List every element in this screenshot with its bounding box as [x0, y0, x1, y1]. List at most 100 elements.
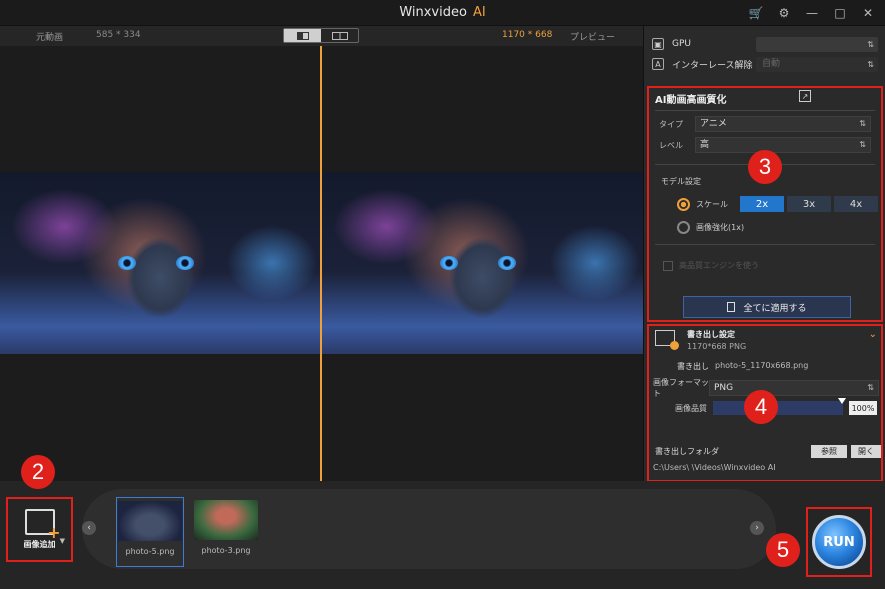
gpu-row: ▣ GPU ⇅ [652, 36, 878, 52]
split-view-icon [296, 31, 309, 40]
scale-4x-button[interactable]: 4x [834, 196, 878, 212]
updown-icon: ⇅ [859, 119, 866, 128]
output-resolution: 1170 * 668 [502, 30, 553, 40]
thumbnail-item[interactable]: photo-5.png [116, 497, 184, 567]
add-image-button[interactable]: + 画像追加 ▼ [6, 497, 73, 562]
ai-upscale-section: AI動画高画質化 ↗ タイプ アニメ ⇅ レベル 高 ⇅ モデル設定 スケール … [647, 86, 883, 322]
level-select[interactable]: 高 ⇅ [695, 137, 871, 153]
cat-eye-right [498, 256, 516, 270]
divider [655, 244, 875, 245]
scale-radio[interactable] [677, 197, 690, 211]
quality-label: 画像品質 [675, 403, 707, 413]
model-settings-label: モデル設定 [661, 177, 701, 186]
output-label: 書き出し [677, 362, 709, 371]
apply-all-label: 全てに適用する [743, 303, 807, 314]
view-mode-toggle[interactable] [283, 28, 359, 43]
browse-button[interactable]: 参照 [811, 445, 847, 458]
bottom-bar: + 画像追加 ▼ ‹ photo-5.png photo-3.png › RUN [0, 481, 885, 589]
folder-path: C:\Users\ \Videos\Winxvideo AI [653, 463, 776, 472]
quality-value[interactable]: 100% [849, 401, 877, 415]
type-select[interactable]: アニメ ⇅ [695, 116, 871, 132]
scroll-left-icon[interactable]: ‹ [82, 521, 96, 535]
updown-icon: ⇅ [859, 140, 866, 149]
apply-all-button[interactable]: 全てに適用する [683, 296, 851, 318]
level-value: 高 [700, 140, 710, 150]
level-label: レベル [659, 140, 683, 150]
thumbnail-image [118, 501, 182, 541]
preview-area: 元動画 585 * 334 1170 * 668 プレビュー [0, 26, 643, 481]
chevron-down-icon[interactable]: ⌄ [869, 329, 877, 340]
format-select[interactable]: PNG ⇅ [709, 380, 879, 396]
cat-eye-right [176, 256, 194, 270]
enhance-label: 画像強化(1x) [696, 222, 745, 232]
scroll-right-icon[interactable]: › [750, 521, 764, 535]
format-value: PNG [714, 383, 734, 393]
original-label: 元動画 [36, 33, 64, 43]
gpu-icon: ▣ [652, 38, 664, 50]
enhance-row: 画像強化(1x) [677, 219, 744, 235]
original-image [0, 172, 320, 354]
deinterlace-select[interactable]: 自動 ⇅ [756, 56, 878, 72]
thumbnail-name: photo-3.png [201, 546, 251, 555]
expand-icon[interactable]: ↗ [799, 90, 811, 102]
cat-eye-left [118, 256, 136, 270]
run-button[interactable]: RUN [812, 515, 866, 569]
side-by-side-button[interactable] [321, 29, 358, 42]
cart-icon[interactable]: 🛒 [747, 4, 765, 22]
deinterlace-icon: A [652, 58, 664, 70]
add-image-icon: + [24, 509, 61, 541]
type-value: アニメ [700, 119, 727, 129]
preview-label: プレビュー [570, 33, 616, 43]
caret-down-icon[interactable]: ▼ [60, 537, 65, 545]
window-controls: 🛒 ⚙ — □ ✕ [747, 4, 877, 22]
updown-icon: ⇅ [867, 59, 874, 69]
slider-thumb[interactable] [838, 398, 846, 404]
folder-label: 書き出しフォルダ [655, 447, 719, 456]
plus-icon: + [47, 523, 61, 542]
scale-3x-button[interactable]: 3x [787, 196, 831, 212]
quality-slider[interactable] [713, 398, 846, 415]
deinterlace-row: A インターレース解除 自動 ⇅ [652, 56, 878, 72]
preview-image [322, 172, 643, 354]
callout-badge-4: 4 [744, 390, 778, 424]
enhance-radio[interactable] [677, 220, 690, 234]
callout-badge-5: 5 [766, 533, 800, 567]
thumbnail-name: photo-5.png [125, 547, 175, 556]
settings-icon[interactable]: ⚙ [775, 4, 793, 22]
preview-header: 元動画 585 * 334 1170 * 668 プレビュー [0, 26, 643, 46]
maximize-icon[interactable]: □ [831, 4, 849, 22]
divider [655, 110, 875, 111]
app-name: Winxvideo [399, 5, 467, 20]
scale-label: スケール [696, 199, 728, 209]
hq-engine-checkbox[interactable] [663, 260, 673, 271]
hq-engine-label: 高品質エンジンを使う [679, 261, 759, 270]
scale-2x-button[interactable]: 2x [740, 196, 784, 212]
close-icon[interactable]: ✕ [859, 4, 877, 22]
minimize-icon[interactable]: — [803, 4, 821, 22]
scale-row: スケール 2x 3x 4x [677, 196, 881, 212]
updown-icon: ⇅ [867, 383, 874, 392]
gpu-select[interactable]: ⇅ [756, 36, 878, 52]
callout-badge-2: 2 [21, 455, 55, 489]
deinterlace-label: インターレース解除 [672, 60, 753, 71]
thumbnail-image [194, 500, 258, 540]
clipboard-icon [727, 302, 736, 312]
open-folder-button[interactable]: 開く [851, 445, 881, 458]
type-label: タイプ [659, 119, 683, 129]
callout-badge-3: 3 [748, 150, 782, 184]
export-summary: 1170*668 PNG [687, 342, 747, 351]
updown-icon: ⇅ [867, 39, 874, 49]
original-resolution: 585 * 334 [96, 30, 141, 40]
split-divider[interactable] [320, 46, 322, 481]
side-by-side-icon [331, 31, 348, 40]
type-row: タイプ アニメ ⇅ [659, 116, 871, 132]
thumbnail-item[interactable]: photo-3.png [192, 497, 260, 567]
hq-engine-row: 高品質エンジンを使う [663, 260, 759, 271]
split-view-button[interactable] [284, 29, 321, 42]
gear-icon [670, 341, 679, 350]
title-bar: Winxvideo AI 🛒 ⚙ — □ ✕ [0, 0, 885, 26]
run-button-frame: RUN [806, 507, 872, 577]
output-filename[interactable]: photo-5_1170x668.png [715, 361, 808, 370]
thumbnail-strip: ‹ photo-5.png photo-3.png › [82, 489, 776, 569]
export-title: 書き出し設定 [687, 330, 735, 339]
